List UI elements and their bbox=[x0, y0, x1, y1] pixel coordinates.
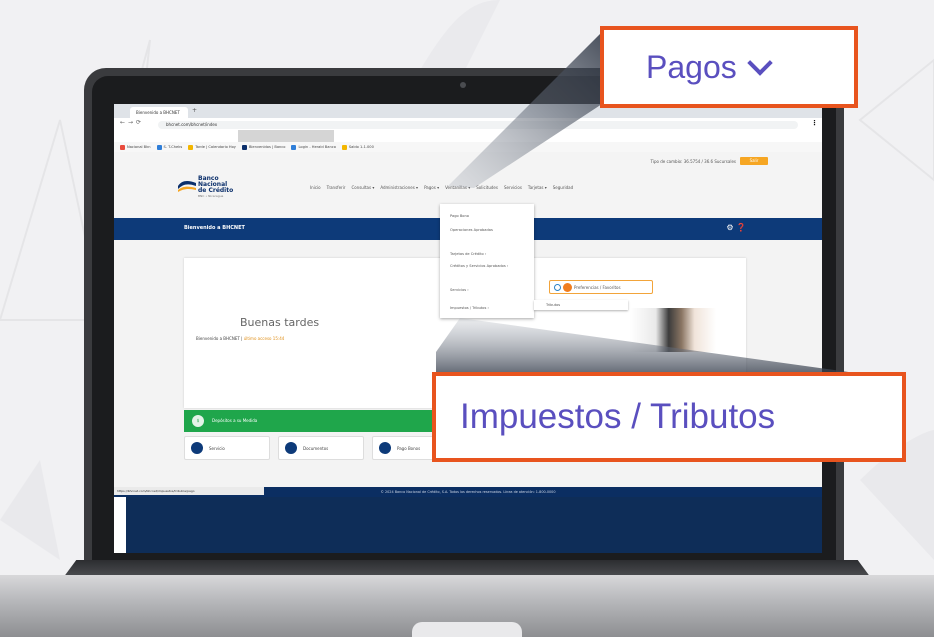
bookmark-icon bbox=[241, 144, 247, 150]
nav-item[interactable]: Servicios bbox=[504, 185, 522, 190]
welcome-title: Bienvenido a BHCNET bbox=[184, 225, 245, 231]
dropdown-item[interactable]: Créditos y Servicios Aprobados › bbox=[450, 264, 508, 268]
greeting-title: Buenas tardes bbox=[240, 316, 320, 329]
quick-action-icon bbox=[379, 442, 391, 454]
promo-photo bbox=[630, 308, 716, 352]
nav-item[interactable]: Administraciones ▾ bbox=[380, 185, 418, 190]
impuestos-callout-label: Impuestos / Tributos bbox=[460, 397, 776, 436]
settings-help-icons[interactable]: ⚙ ❓ bbox=[726, 223, 746, 232]
main-navigation: Inicio Transferir Consultas ▾ Administracio… bbox=[310, 185, 579, 190]
laptop-screen: Bienvenido a BHCNET + ←→⟳ bhcnet.com/bhc… bbox=[114, 104, 822, 553]
page-path-row: Bienvenido a BHCNET bbox=[114, 132, 822, 148]
new-tab-button[interactable]: + bbox=[192, 107, 197, 114]
pagos-dropdown-menu: Pago Bono Operaciones Aprobadas Tarjetas d… bbox=[440, 204, 534, 318]
exchange-rate-text: Tipo de cambio: 36.5754 / 36.6 Sucursale… bbox=[650, 159, 736, 164]
quick-action-button[interactable]: Documentos bbox=[278, 436, 364, 460]
quick-action-icon bbox=[191, 442, 203, 454]
logo-subtitle: BNC • Nicaragua bbox=[198, 194, 224, 198]
nav-item[interactable]: Inicio bbox=[310, 185, 321, 190]
chevron-down-icon bbox=[747, 50, 773, 76]
bookmark-icon bbox=[341, 144, 347, 150]
logo-text: Banco Nacional de Crédito bbox=[198, 175, 234, 194]
screen-edge-strip bbox=[114, 497, 126, 553]
bookmark-icon bbox=[120, 144, 125, 150]
webcam bbox=[460, 82, 466, 88]
tributos-submenu-item[interactable]: Tributos bbox=[534, 300, 628, 310]
logout-button[interactable]: Salir bbox=[740, 157, 768, 165]
refresh-icon bbox=[554, 284, 561, 291]
bookmark-icon bbox=[291, 144, 297, 150]
dropdown-item[interactable]: Tarjetas de Crédito › bbox=[450, 252, 486, 256]
bookmark-item[interactable]: S. T-Cheks bbox=[156, 142, 182, 152]
impuestos-callout: Impuestos / Tributos bbox=[432, 372, 906, 462]
browser-menu-icon[interactable]: ⋮ bbox=[811, 119, 818, 127]
bookmark-item[interactable]: Tarde | Calendario Hoy bbox=[188, 142, 236, 152]
address-row: ←→⟳ bhcnet.com/bhcnet/index ⋮ bbox=[114, 118, 822, 133]
money-icon: $ bbox=[192, 415, 204, 427]
greeting-subtitle: Bienvenido a BHCNET | último acceso 15:4… bbox=[196, 336, 285, 341]
favorites-button[interactable]: Preferencias / Favoritos bbox=[549, 280, 653, 294]
nav-arrows-icon[interactable]: ←→⟳ bbox=[120, 119, 144, 126]
dark-page-area bbox=[114, 497, 822, 553]
bank-logo[interactable]: Banco Nacional de Crédito BNC • Nicaragua bbox=[178, 174, 248, 200]
nav-item[interactable]: Transferir bbox=[327, 185, 346, 190]
quick-action-button[interactable]: Servicio bbox=[184, 436, 270, 460]
logo-wave-icon bbox=[178, 181, 196, 192]
nav-item[interactable]: Tarjetas ▾ bbox=[528, 185, 547, 190]
bookmark-item[interactable]: Nacional Bkn bbox=[120, 142, 151, 152]
bookmark-icon bbox=[156, 144, 162, 150]
quick-action-icon bbox=[285, 442, 297, 454]
laptop-notch bbox=[412, 622, 522, 637]
address-bar[interactable]: bhcnet.com/bhcnet/index bbox=[158, 121, 798, 129]
dropdown-item[interactable]: Impuestos / Tributos › bbox=[450, 306, 489, 310]
nav-item[interactable]: Pagos ▾ bbox=[424, 185, 439, 190]
status-url: https://bhcnet.com/bhcnet/impuestos/trib… bbox=[114, 487, 264, 495]
browser-tab[interactable]: Bienvenido a BHCNET bbox=[130, 107, 188, 118]
dropdown-item[interactable]: Operaciones Aprobadas bbox=[450, 228, 493, 232]
pagos-callout-label: Pagos bbox=[646, 49, 737, 85]
dropdown-item[interactable]: Pago Bono bbox=[450, 214, 469, 218]
bookmark-item[interactable]: Saldo 1-1.000 bbox=[341, 142, 374, 152]
nav-item[interactable]: Ventanillas ▾ bbox=[445, 185, 470, 190]
nav-item[interactable]: Consultas ▾ bbox=[351, 185, 374, 190]
nav-item[interactable]: Seguridad bbox=[553, 185, 573, 190]
nav-item[interactable]: Solicitudes bbox=[476, 185, 498, 190]
bookmark-item[interactable]: Login - Herald Banco bbox=[291, 142, 336, 152]
dropdown-item[interactable]: Servicios › bbox=[450, 288, 469, 292]
star-icon bbox=[563, 283, 572, 292]
bookmark-icon bbox=[188, 144, 194, 150]
bookmark-item[interactable]: Bienvenidos | Banco bbox=[241, 142, 285, 152]
pagos-callout: Pagos bbox=[600, 26, 858, 108]
